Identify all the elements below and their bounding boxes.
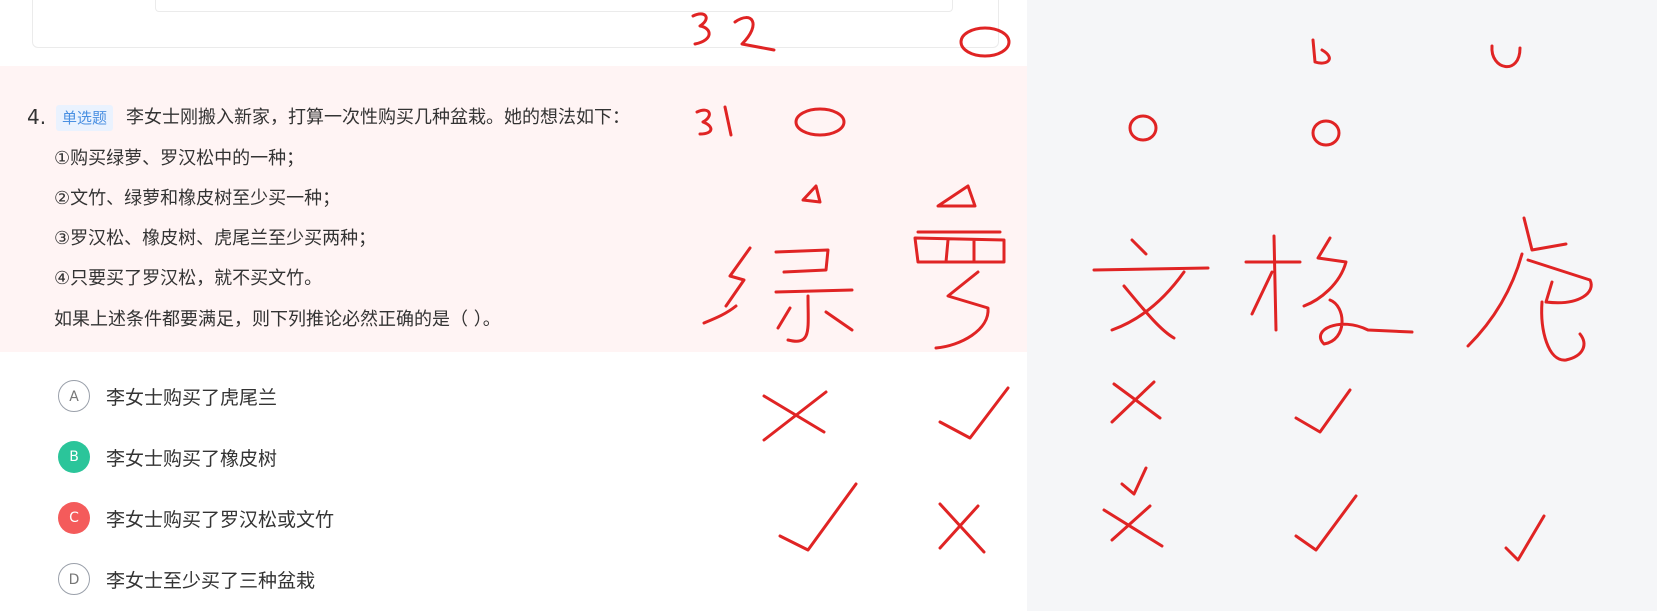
handwritten-mark <box>938 386 1010 440</box>
option-b[interactable]: B 李女士购买了橡皮树 <box>58 440 658 476</box>
question-type-tag: 单选题 <box>56 105 114 131</box>
option-a[interactable]: A 李女士购买了虎尾兰 <box>58 379 658 415</box>
option-letter-badge: A <box>58 380 90 412</box>
option-letter-badge: B <box>58 441 90 473</box>
question-number: 4. <box>27 105 47 129</box>
option-d[interactable]: D 李女士至少买了三种盆栽 <box>58 562 658 598</box>
question-condition: ②文竹、绿萝和橡皮树至少买一种； <box>54 188 341 209</box>
option-letter-badge: C <box>58 502 90 534</box>
question-ask: 如果上述条件都要满足，则下列推论必然正确的是（ ）。 <box>54 309 501 330</box>
option-text: 李女士购买了虎尾兰 <box>106 387 278 409</box>
question-stem: 李女士刚搬入新家，打算一次性购买几种盆栽。她的想法如下： <box>126 107 630 128</box>
question-condition: ④只要买了罗汉松，就不买文竹。 <box>54 268 323 289</box>
option-text: 李女士购买了橡皮树 <box>106 448 278 470</box>
option-letter-badge: D <box>58 563 90 595</box>
option-text: 李女士至少买了三种盆栽 <box>106 570 316 592</box>
option-c[interactable]: C 李女士购买了罗汉松或文竹 <box>58 501 658 537</box>
option-text: 李女士购买了罗汉松或文竹 <box>106 509 335 531</box>
side-panel <box>1027 0 1657 611</box>
question-condition: ①购买绿萝、罗汉松中的一种； <box>54 148 305 169</box>
handwritten-mark <box>778 482 858 552</box>
previous-answer-box <box>155 0 953 12</box>
handwritten-mark <box>762 390 828 442</box>
handwritten-mark <box>938 502 986 554</box>
question-condition: ③罗汉松、橡皮树、虎尾兰至少买两种； <box>54 228 377 249</box>
